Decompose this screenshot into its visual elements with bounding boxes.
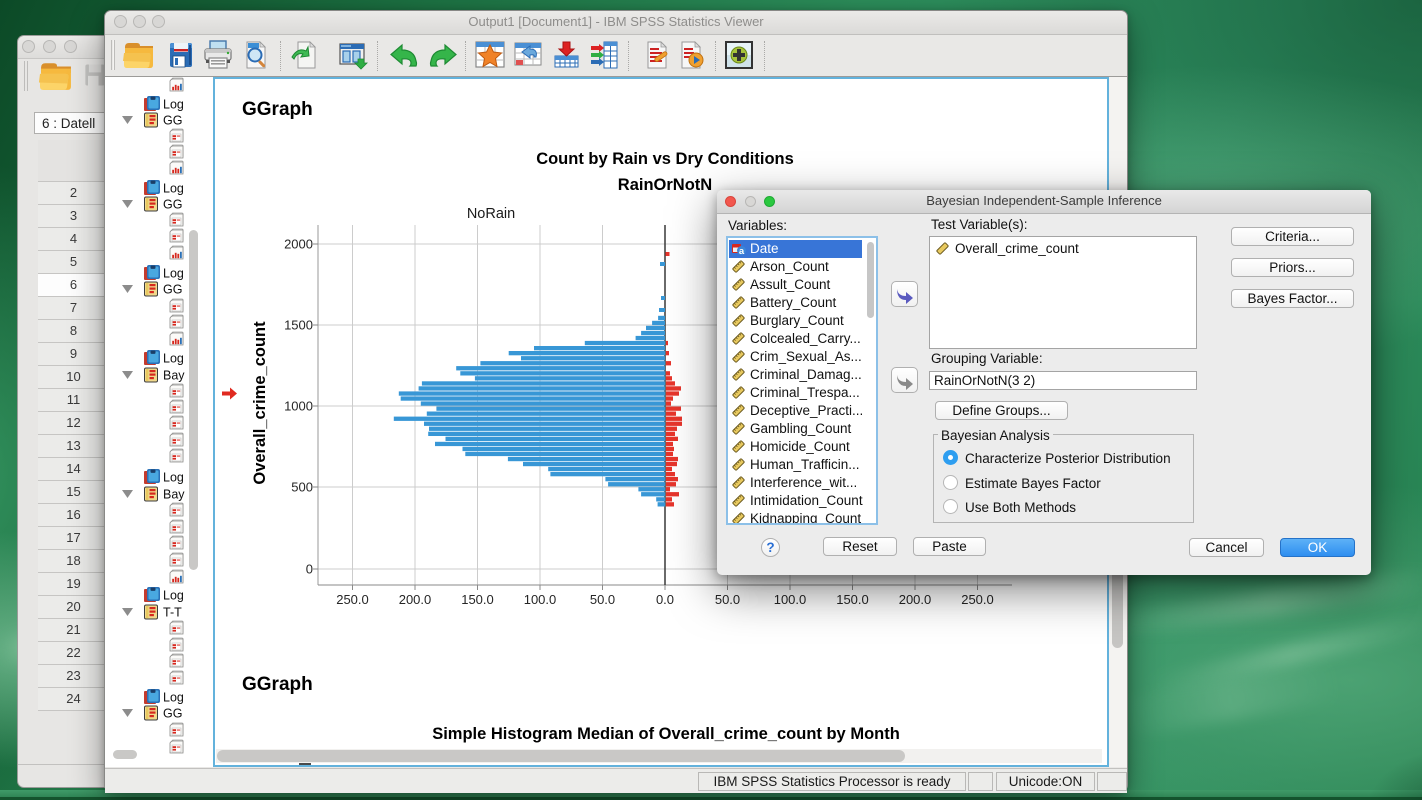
svg-text:Log: Log (163, 589, 184, 603)
svg-text:Count by Rain vs Dry Condition: Count by Rain vs Dry Conditions (536, 150, 794, 168)
svg-text:GGraph: GGraph (242, 99, 313, 120)
svg-text:T-T: T-T (163, 606, 182, 620)
svg-text:GG: GG (163, 283, 182, 297)
svg-text:Log: Log (163, 352, 184, 366)
svg-text:Bay: Bay (163, 369, 185, 383)
svg-text:200.0: 200.0 (399, 592, 432, 607)
svg-text:150.0: 150.0 (836, 592, 869, 607)
svg-text:250.0: 250.0 (961, 592, 994, 607)
svg-text:Bay: Bay (163, 488, 185, 502)
svg-text:100.0: 100.0 (774, 592, 807, 607)
svg-text:RainOrNotN: RainOrNotN (618, 176, 712, 194)
svg-text:0.0: 0.0 (656, 592, 674, 607)
svg-text:150.0: 150.0 (461, 592, 494, 607)
svg-text:Simple Histogram Median of Ove: Simple Histogram Median of Overall_crime… (432, 725, 900, 743)
svg-text:1000: 1000 (284, 399, 313, 414)
svg-text:GG: GG (163, 114, 182, 128)
svg-text:500: 500 (291, 480, 313, 495)
svg-text:GGraph: GGraph (242, 674, 313, 695)
svg-text:Log: Log (163, 691, 184, 705)
svg-text:Log: Log (163, 182, 184, 196)
svg-text:Overall_crime_count: Overall_crime_count (251, 321, 269, 485)
svg-text:Log: Log (163, 471, 184, 485)
svg-text:2000: 2000 (284, 237, 313, 252)
svg-text:0: 0 (306, 562, 313, 577)
svg-text:50.0: 50.0 (590, 592, 615, 607)
svg-text:GG: GG (163, 198, 182, 212)
svg-text:100.0: 100.0 (524, 592, 557, 607)
svg-text:a: a (739, 246, 745, 257)
svg-text:GG: GG (163, 707, 182, 721)
svg-text:50.0: 50.0 (715, 592, 740, 607)
svg-text:Log: Log (163, 98, 184, 112)
svg-text:1500: 1500 (284, 318, 313, 333)
svg-text:200.0: 200.0 (899, 592, 932, 607)
svg-text:Log: Log (163, 267, 184, 281)
svg-text:250.0: 250.0 (336, 592, 369, 607)
svg-text:NoRain: NoRain (467, 206, 515, 222)
